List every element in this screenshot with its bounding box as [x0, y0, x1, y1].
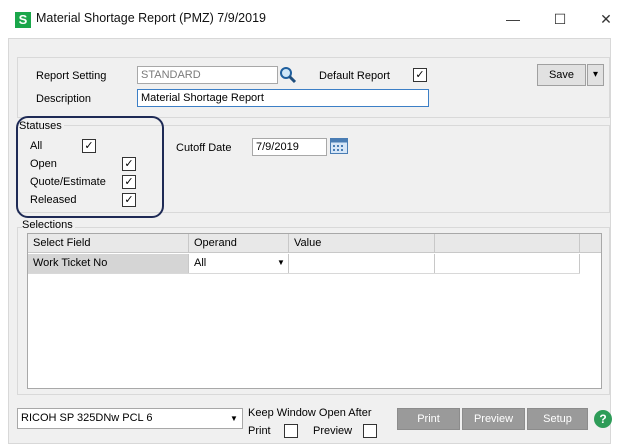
print-button[interactable]: Print	[397, 408, 460, 430]
value-cell[interactable]	[289, 254, 435, 273]
keep-open-preview-label: Preview	[313, 425, 353, 437]
title-bar: S Material Shortage Report (PMZ) 7/9/201…	[0, 0, 619, 32]
minimize-button[interactable]: —	[498, 8, 528, 30]
table-row[interactable]: Work Ticket No All ▼	[28, 254, 580, 274]
operand-cell[interactable]: All ▼	[189, 254, 289, 273]
description-label: Description	[36, 93, 92, 105]
preview-button[interactable]: Preview	[462, 408, 525, 430]
printer-select[interactable]: RICOH SP 325DNw PCL 6 ▼	[17, 408, 243, 429]
close-button[interactable]: ✕	[591, 8, 619, 30]
save-button-label: Save	[548, 69, 575, 81]
default-report-checkbox[interactable]: ✓	[413, 68, 427, 82]
operand-value: All	[194, 257, 207, 269]
col-operand[interactable]: Operand	[189, 234, 289, 253]
cutoff-date-label: Cutoff Date	[176, 142, 232, 154]
calendar-icon[interactable]	[330, 138, 348, 154]
default-report-label: Default Report	[319, 70, 390, 82]
description-field[interactable]: Material Shortage Report	[137, 89, 429, 107]
col-value[interactable]: Value	[289, 234, 435, 253]
report-setting-field[interactable]: STANDARD	[137, 66, 278, 84]
col-select-field[interactable]: Select Field	[28, 234, 189, 253]
save-dropdown-button[interactable]: ▾	[587, 64, 604, 86]
window-title: Material Shortage Report (PMZ) 7/9/2019	[36, 11, 266, 25]
report-setting-panel	[17, 57, 610, 118]
selections-legend: Selections	[22, 219, 75, 231]
chevron-down-icon[interactable]: ▼	[230, 410, 238, 427]
save-button[interactable]: Save	[537, 64, 586, 86]
setup-button[interactable]: Setup	[527, 408, 588, 430]
maximize-button[interactable]: ☐	[545, 8, 575, 30]
printer-value: RICOH SP 325DNw PCL 6	[21, 412, 153, 424]
app-icon: S	[15, 12, 31, 28]
help-icon[interactable]: ?	[594, 410, 612, 428]
extra-cell	[435, 254, 580, 273]
search-icon[interactable]	[278, 65, 298, 85]
keep-open-preview-checkbox[interactable]	[363, 424, 377, 438]
keep-open-label: Keep Window Open After	[248, 407, 372, 419]
statuses-highlight-callout	[16, 116, 164, 218]
col-extra	[435, 234, 580, 253]
chevron-down-icon[interactable]: ▼	[277, 254, 285, 272]
keep-open-print-checkbox[interactable]	[284, 424, 298, 438]
cutoff-date-field[interactable]: 7/9/2019	[252, 138, 327, 156]
report-setting-label: Report Setting	[36, 70, 107, 82]
selections-grid: Select Field Operand Value Work Ticket N…	[27, 233, 602, 389]
grid-header: Select Field Operand Value	[28, 234, 601, 253]
select-field-cell[interactable]: Work Ticket No	[28, 254, 189, 273]
keep-open-print-label: Print	[248, 425, 271, 437]
